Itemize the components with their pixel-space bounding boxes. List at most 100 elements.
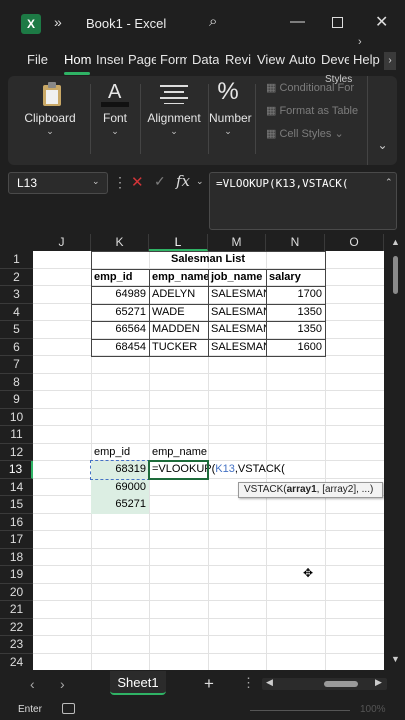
chevron-up-icon[interactable]: ⌃ bbox=[385, 177, 393, 188]
row-header[interactable]: 15 bbox=[0, 496, 33, 514]
table-cell[interactable]: MADDEN bbox=[149, 321, 208, 339]
column-header-j[interactable]: J bbox=[33, 234, 91, 251]
quick-access-chevron-icon[interactable]: » bbox=[54, 14, 62, 30]
clipboard-group[interactable]: Clipboard ⌄ bbox=[12, 76, 88, 165]
scroll-thumb[interactable] bbox=[324, 681, 358, 687]
table-cell[interactable]: SALESMAN bbox=[208, 304, 266, 322]
scroll-thumb[interactable] bbox=[393, 256, 398, 294]
row-header[interactable]: 6 bbox=[0, 339, 33, 356]
table-cell[interactable]: 1350 bbox=[266, 304, 325, 322]
cancel-icon[interactable]: ✕ bbox=[131, 173, 144, 191]
lookup-id-cell[interactable]: 65271 bbox=[91, 496, 149, 514]
row-header[interactable]: 19 bbox=[0, 566, 33, 584]
maximize-icon[interactable] bbox=[332, 17, 343, 28]
function-tooltip[interactable]: VSTACK(array1, [array2], ...) bbox=[238, 482, 383, 498]
row-header[interactable]: 23 bbox=[0, 636, 33, 654]
row-header[interactable]: 2 bbox=[0, 269, 33, 286]
scroll-left-icon[interactable]: ◀ bbox=[266, 677, 273, 688]
tab-page-layout[interactable]: Page bbox=[128, 52, 156, 67]
tab-file[interactable]: File bbox=[27, 52, 49, 67]
cell-styles-button[interactable]: ▦ Cell Styles ⌄ bbox=[266, 127, 344, 140]
row-header[interactable]: 12 bbox=[0, 444, 33, 461]
add-sheet-button[interactable]: + bbox=[204, 674, 214, 694]
scroll-down-icon[interactable]: ▼ bbox=[391, 654, 400, 664]
lookup-header-name[interactable]: emp_name bbox=[149, 444, 219, 462]
table-cell[interactable]: 64989 bbox=[91, 286, 149, 304]
table-cell[interactable]: SALESMAN bbox=[208, 339, 266, 357]
row-header[interactable]: 16 bbox=[0, 514, 33, 531]
tab-view[interactable]: View bbox=[257, 52, 285, 67]
search-icon[interactable]: ⌕ bbox=[209, 13, 217, 30]
sheet-tab-sheet1[interactable]: Sheet1 bbox=[110, 671, 166, 695]
row-header[interactable]: 20 bbox=[0, 584, 33, 601]
scroll-right-icon[interactable]: ▶ bbox=[375, 677, 382, 688]
tab-automate[interactable]: Auto bbox=[289, 52, 316, 67]
row-header[interactable]: 24 bbox=[0, 654, 33, 671]
horizontal-scrollbar[interactable]: ◀ ▶ bbox=[262, 677, 387, 690]
scroll-up-icon[interactable]: ▲ bbox=[391, 237, 400, 247]
row-header[interactable]: 5 bbox=[0, 321, 33, 339]
row-header[interactable]: 8 bbox=[0, 374, 33, 391]
format-as-table-button[interactable]: ▦ Format as Table bbox=[266, 104, 358, 117]
row-header[interactable]: 9 bbox=[0, 391, 33, 409]
tab-home[interactable]: Hom bbox=[64, 52, 91, 67]
tab-developer[interactable]: Deve bbox=[321, 52, 349, 67]
font-group[interactable]: A Font ⌄ bbox=[92, 76, 138, 165]
enter-check-icon[interactable]: ✓ bbox=[154, 173, 166, 190]
tab-formulas[interactable]: Form bbox=[160, 52, 187, 67]
chevron-down-icon[interactable]: ⌄ bbox=[92, 176, 100, 187]
tab-review[interactable]: Revie bbox=[225, 52, 251, 67]
zoom-slider[interactable] bbox=[250, 710, 350, 711]
row-header[interactable]: 17 bbox=[0, 531, 33, 549]
formula-input[interactable]: =VLOOKUP(K13,VSTACK( bbox=[209, 172, 397, 230]
ribbon-scroll-right-icon[interactable]: › bbox=[358, 36, 362, 48]
number-group[interactable]: % Number ⌄ bbox=[209, 76, 252, 165]
column-header-n[interactable]: N bbox=[266, 234, 325, 251]
tabs-scroll-right-icon[interactable]: › bbox=[384, 52, 396, 70]
row-header[interactable]: 1 bbox=[0, 251, 33, 269]
lookup-header-id[interactable]: emp_id bbox=[91, 444, 149, 462]
table-cell[interactable]: 1700 bbox=[266, 286, 325, 304]
table-cell[interactable]: SALESMAN bbox=[208, 321, 266, 339]
tab-data[interactable]: Data bbox=[192, 52, 219, 67]
editing-cell[interactable]: =VLOOKUP(K13,VSTACK( bbox=[149, 461, 309, 479]
tab-insert[interactable]: Inser bbox=[96, 52, 123, 67]
table-cell[interactable]: ADELYN bbox=[149, 286, 208, 304]
select-all-corner[interactable] bbox=[0, 234, 33, 251]
sheet-prev-icon[interactable]: ‹ bbox=[30, 676, 35, 692]
row-header[interactable]: 11 bbox=[0, 426, 33, 444]
table-cell[interactable]: TUCKER bbox=[149, 339, 208, 357]
lookup-id-cell[interactable]: 69000 bbox=[91, 479, 149, 497]
table-header[interactable]: emp_name bbox=[149, 269, 208, 287]
row-header[interactable]: 4 bbox=[0, 304, 33, 321]
table-cell[interactable]: 66564 bbox=[91, 321, 149, 339]
row-header[interactable]: 18 bbox=[0, 549, 33, 566]
vertical-scrollbar[interactable]: ▲ ▼ bbox=[386, 234, 405, 670]
column-header-l[interactable]: L bbox=[149, 234, 208, 251]
table-header[interactable]: job_name bbox=[208, 269, 266, 287]
row-header[interactable]: 13 bbox=[0, 461, 33, 479]
more-icon[interactable]: ⋮ bbox=[113, 174, 127, 191]
row-header[interactable]: 10 bbox=[0, 409, 33, 426]
more-icon[interactable]: ⋮ bbox=[242, 675, 255, 691]
table-header[interactable]: emp_id bbox=[91, 269, 149, 287]
close-icon[interactable]: ✕ bbox=[375, 12, 388, 32]
table-cell[interactable]: 1350 bbox=[266, 321, 325, 339]
row-header[interactable]: 3 bbox=[0, 286, 33, 304]
table-cell[interactable]: WADE bbox=[149, 304, 208, 322]
row-header[interactable]: 22 bbox=[0, 619, 33, 636]
accessibility-icon[interactable] bbox=[62, 703, 75, 714]
excel-logo-icon[interactable]: X bbox=[21, 14, 41, 34]
row-header[interactable]: 14 bbox=[0, 479, 33, 496]
column-header-k[interactable]: K bbox=[91, 234, 149, 251]
table-cell[interactable]: 65271 bbox=[91, 304, 149, 322]
row-header[interactable]: 7 bbox=[0, 356, 33, 374]
column-header-m[interactable]: M bbox=[208, 234, 266, 251]
cell-area[interactable]: Salesman List emp_id emp_name job_name s… bbox=[33, 251, 384, 670]
table-header[interactable]: salary bbox=[266, 269, 325, 287]
tab-help[interactable]: Help bbox=[353, 52, 380, 67]
zoom-level[interactable]: 100% bbox=[360, 704, 386, 715]
table-title[interactable]: Salesman List bbox=[91, 251, 325, 269]
chevron-down-icon[interactable]: ⌄ bbox=[196, 176, 204, 187]
alignment-group[interactable]: Alignment ⌄ bbox=[142, 76, 206, 165]
